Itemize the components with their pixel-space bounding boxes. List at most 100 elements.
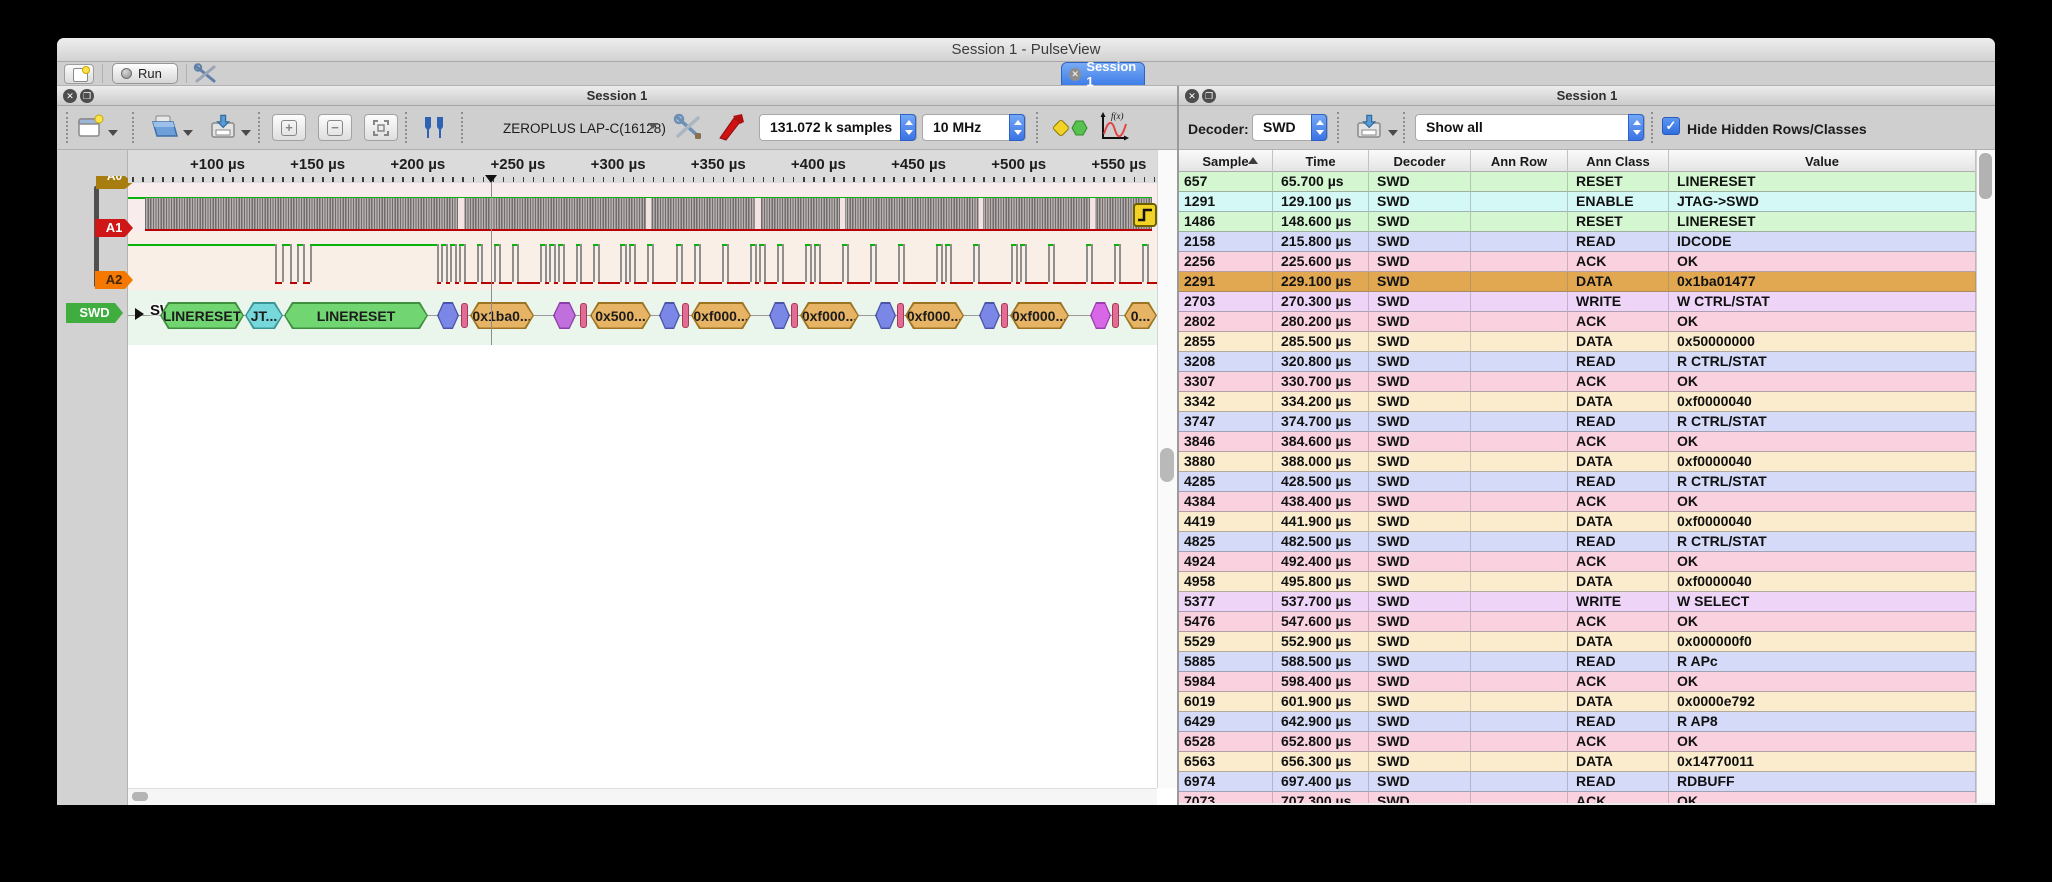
swd-ack-annotation[interactable] — [461, 303, 468, 328]
add-math-signal-button[interactable]: f(x) — [1098, 110, 1130, 144]
column-header-ann-row[interactable]: Ann Row — [1471, 150, 1568, 172]
table-row[interactable]: 5476547.600 µsSWDACKOK — [1179, 612, 1976, 632]
swd-annotation[interactable] — [659, 302, 680, 329]
table-row[interactable]: 3208320.800 µsSWDREADR CTRL/STAT — [1179, 352, 1976, 372]
table-row[interactable]: 2703270.300 µsSWDWRITEW CTRL/STAT — [1179, 292, 1976, 312]
table-row[interactable]: 2256225.600 µsSWDACKOK — [1179, 252, 1976, 272]
table-row[interactable]: 2158215.800 µsSWDREADIDCODE — [1179, 232, 1976, 252]
configure-device-button[interactable] — [672, 112, 704, 142]
channel-row-a1[interactable] — [128, 183, 1157, 232]
table-row[interactable]: 3307330.700 µsSWDACKOK — [1179, 372, 1976, 392]
zoom-in-button[interactable]: + — [272, 114, 306, 141]
table-row[interactable]: 3747374.700 µsSWDREADR CTRL/STAT — [1179, 412, 1976, 432]
swd-annotation[interactable]: JT... — [245, 302, 283, 329]
decoder-row-swd[interactable]: SWD LINERESETJT...LINERESET0x1ba0...0x50… — [128, 290, 1157, 345]
table-header[interactable]: SampleTimeDecoderAnn RowAnn ClassValue — [1179, 150, 1976, 172]
channels-button[interactable] — [716, 112, 746, 142]
device-selector[interactable]: ZEROPLUS LAP-C(16128) — [503, 121, 666, 136]
row-filter-select[interactable]: Show all — [1415, 114, 1645, 141]
show-triggers-button[interactable] — [420, 114, 448, 140]
sample-count-select[interactable]: 131.072 k samples — [759, 114, 917, 141]
run-button[interactable]: Run — [112, 63, 178, 84]
swd-ack-annotation[interactable] — [1001, 303, 1008, 328]
table-row[interactable]: 5529552.900 µsSWDDATA0x000000f0 — [1179, 632, 1976, 652]
swd-annotation[interactable]: LINERESET — [284, 302, 428, 329]
table-vertical-scrollbar-thumb[interactable] — [1979, 153, 1992, 199]
new-session-button[interactable] — [64, 64, 94, 84]
table-row[interactable]: 4958495.800 µsSWDDATA0xf0000040 — [1179, 572, 1976, 592]
open-dropdown-arrow[interactable] — [183, 130, 193, 136]
save-table-button[interactable] — [1354, 113, 1384, 140]
stepper-icon[interactable] — [900, 114, 916, 141]
table-row[interactable]: 4924492.400 µsSWDACKOK — [1179, 552, 1976, 572]
add-decoder-button[interactable] — [1052, 116, 1088, 140]
open-button[interactable] — [150, 113, 180, 140]
swd-annotation[interactable]: 0... — [1124, 302, 1157, 329]
stepper-icon[interactable] — [1628, 114, 1644, 141]
swd-ack-annotation[interactable] — [682, 303, 689, 328]
swd-annotation[interactable]: 0x500... — [590, 302, 651, 329]
swd-ack-annotation[interactable] — [897, 303, 904, 328]
table-row[interactable]: 6528652.800 µsSWDACKOK — [1179, 732, 1976, 752]
column-header-ann-class[interactable]: Ann Class — [1568, 150, 1669, 172]
close-pane-icon[interactable]: ✕ — [63, 89, 77, 103]
close-tab-icon[interactable]: ✕ — [1069, 68, 1081, 81]
trace-horizontal-scrollbar[interactable] — [128, 788, 1157, 805]
trigger-marker[interactable] — [1133, 203, 1157, 227]
swd-ack-annotation[interactable] — [580, 303, 587, 328]
column-header-time[interactable]: Time — [1273, 150, 1369, 172]
float-pane-icon[interactable]: ❐ — [1202, 89, 1216, 103]
zoom-out-button[interactable]: − — [318, 114, 352, 141]
time-ruler[interactable]: +100 µs+150 µs+200 µs+250 µs+300 µs+350 … — [128, 150, 1157, 183]
column-header-sample[interactable]: Sample — [1179, 150, 1273, 172]
trace-vertical-scrollbar-thumb[interactable] — [1160, 448, 1174, 482]
swd-annotation[interactable]: 0xf000... — [905, 302, 964, 329]
swd-annotation[interactable] — [1090, 302, 1111, 329]
column-header-decoder[interactable]: Decoder — [1369, 150, 1471, 172]
table-vertical-scrollbar[interactable] — [1976, 150, 1995, 803]
swd-annotation[interactable]: 0xf000... — [800, 302, 859, 329]
table-row[interactable]: 4384438.400 µsSWDACKOK — [1179, 492, 1976, 512]
table-row[interactable]: 4825482.500 µsSWDREADR CTRL/STAT — [1179, 532, 1976, 552]
stepper-icon[interactable] — [1009, 114, 1025, 141]
table-row[interactable]: 6974697.400 µsSWDREADRDBUFF — [1179, 772, 1976, 792]
column-header-value[interactable]: Value — [1669, 150, 1976, 172]
swd-annotation[interactable] — [875, 302, 896, 329]
swd-annotation[interactable]: LINERESET — [160, 302, 244, 329]
channel-tag-a1[interactable]: A1 — [95, 219, 133, 237]
swd-annotation[interactable]: 0x1ba0... — [470, 302, 534, 329]
table-row[interactable]: 4419441.900 µsSWDDATA0xf0000040 — [1179, 512, 1976, 532]
hide-hidden-rows-checkbox[interactable]: ✓ — [1662, 117, 1680, 135]
trace-horizontal-scrollbar-thumb[interactable] — [132, 792, 148, 801]
swd-annotation[interactable] — [769, 302, 790, 329]
table-row[interactable]: 1486148.600 µsSWDRESETLINERESET — [1179, 212, 1976, 232]
channel-tag-swd[interactable]: SWD — [66, 303, 123, 323]
save-dropdown-arrow[interactable] — [241, 130, 251, 136]
close-pane-icon[interactable]: ✕ — [1185, 89, 1199, 103]
float-pane-icon[interactable]: ❐ — [80, 89, 94, 103]
table-row[interactable]: 2802280.200 µsSWDACKOK — [1179, 312, 1976, 332]
device-dropdown-arrow[interactable] — [648, 123, 658, 129]
table-row[interactable]: 65765.700 µsSWDRESETLINERESET — [1179, 172, 1976, 192]
session-tab[interactable]: ✕ Session 1 — [1061, 62, 1145, 85]
zoom-fit-button[interactable] — [364, 114, 398, 141]
swd-ack-annotation[interactable] — [791, 303, 798, 328]
table-row[interactable]: 2291229.100 µsSWDDATA0x1ba01477 — [1179, 272, 1976, 292]
table-row[interactable]: 5377537.700 µsSWDWRITEW SELECT — [1179, 592, 1976, 612]
table-row[interactable]: 5984598.400 µsSWDACKOK — [1179, 672, 1976, 692]
table-row[interactable]: 2855285.500 µsSWDDATA0x50000000 — [1179, 332, 1976, 352]
table-row[interactable]: 4285428.500 µsSWDREADR CTRL/STAT — [1179, 472, 1976, 492]
table-row[interactable]: 6019601.900 µsSWDDATA0x0000e792 — [1179, 692, 1976, 712]
table-row[interactable]: 6429642.900 µsSWDREADR AP8 — [1179, 712, 1976, 732]
table-row[interactable]: 3342334.200 µsSWDDATA0xf0000040 — [1179, 392, 1976, 412]
swd-annotation[interactable]: 0xf000... — [1010, 302, 1069, 329]
table-row[interactable]: 3880388.000 µsSWDDATA0xf0000040 — [1179, 452, 1976, 472]
save-button[interactable] — [208, 113, 238, 140]
table-row[interactable]: 3846384.600 µsSWDACKOK — [1179, 432, 1976, 452]
swd-annotation[interactable] — [437, 302, 459, 329]
channel-row-a2[interactable] — [128, 232, 1157, 290]
table-row[interactable]: 7073707.300 µsSWDACKOK — [1179, 792, 1976, 803]
cursor-marker-icon[interactable] — [485, 175, 497, 183]
sample-rate-select[interactable]: 10 MHz — [922, 114, 1026, 141]
settings-button[interactable] — [193, 63, 219, 85]
